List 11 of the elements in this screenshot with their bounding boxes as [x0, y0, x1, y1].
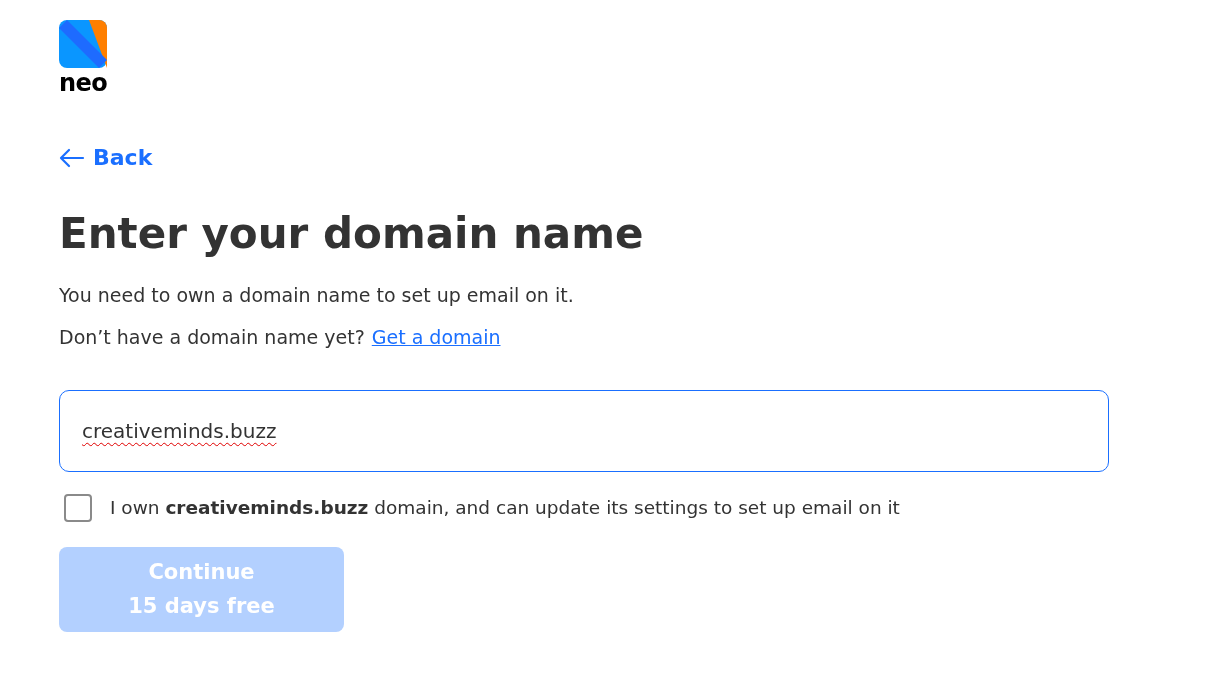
logo-wordmark: neo [59, 71, 108, 95]
page-title: Enter your domain name [59, 208, 644, 260]
get-domain-link[interactable]: Get a domain [371, 323, 501, 352]
prompt-text: Don’t have a domain name yet? [59, 325, 365, 350]
domain-input-field[interactable]: creativeminds.buzz [59, 389, 1109, 472]
checkbox-label: I own creativeminds.buzz domain, and can update its settings to set up email on it [110, 495, 900, 520]
back-link[interactable]: Back [59, 141, 153, 174]
logo-icon [59, 20, 107, 68]
checkbox[interactable] [64, 493, 92, 522]
left-arrow-icon [59, 147, 85, 168]
description-text: You need to own a domain name to set up email on it. [59, 282, 574, 308]
